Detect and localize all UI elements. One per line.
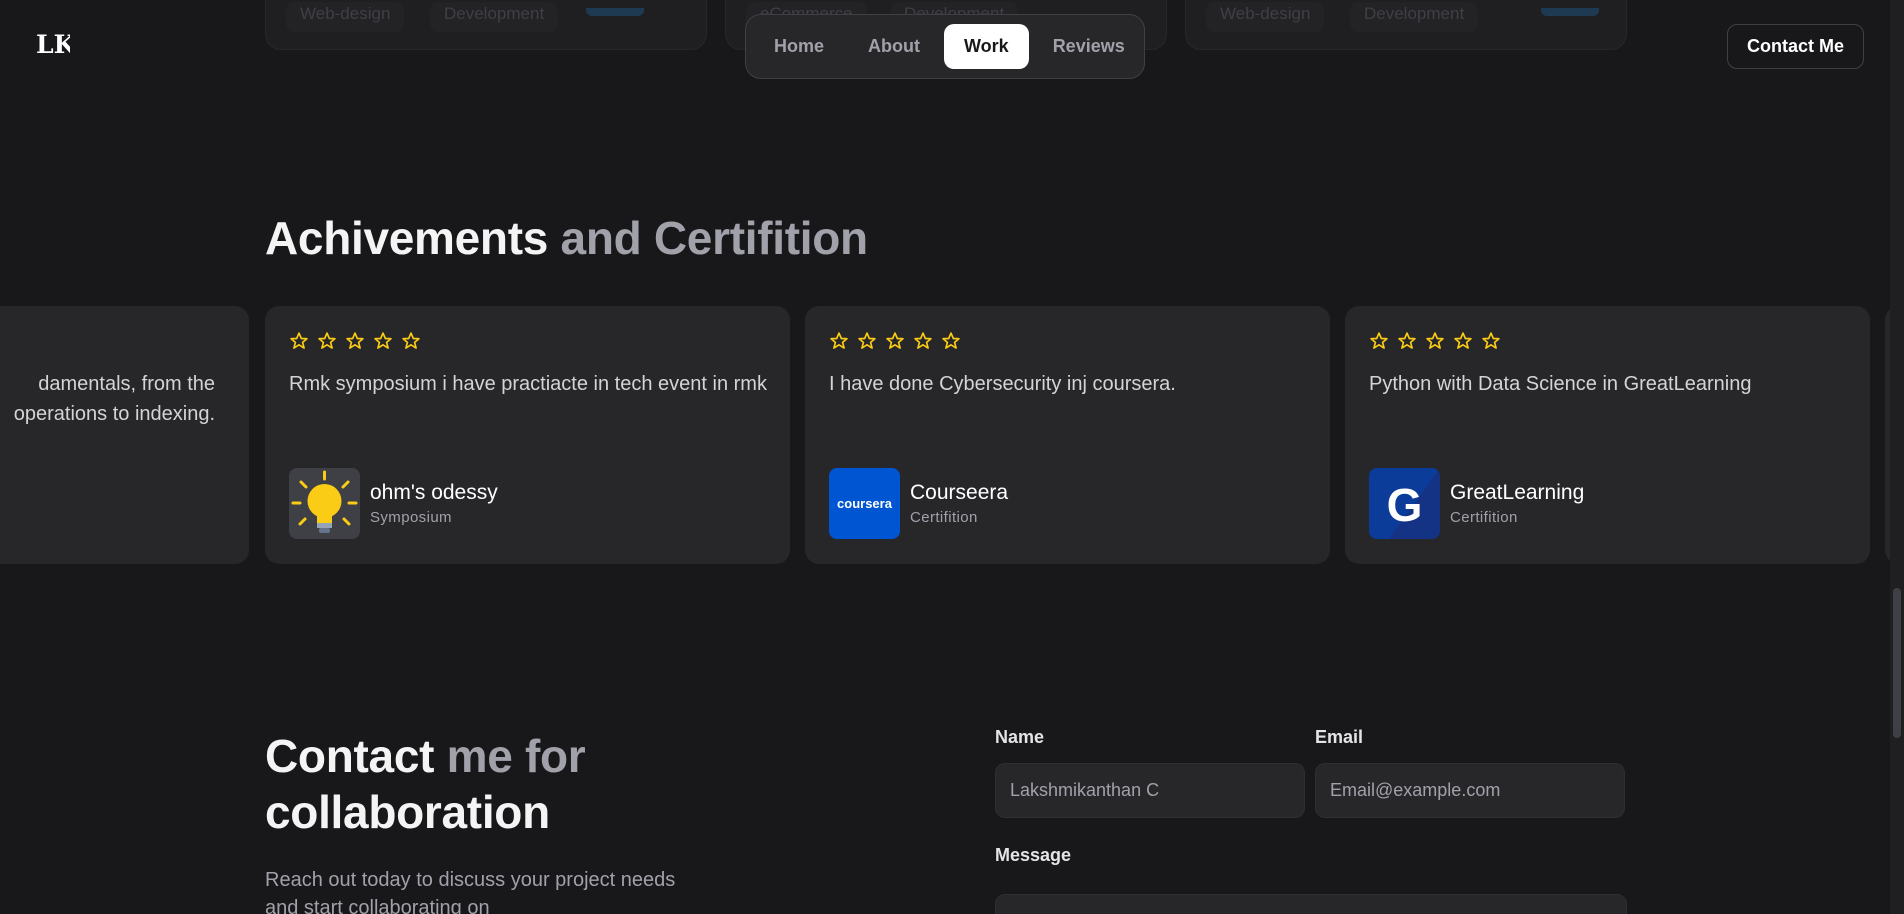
- scrollbar[interactable]: [1890, 0, 1904, 914]
- star-rating: [1369, 331, 1501, 351]
- contact-title: Contact me for collaboration: [265, 728, 785, 840]
- achievements-title-muted: and Certifition: [560, 212, 869, 264]
- nav-home[interactable]: Home: [754, 24, 844, 69]
- nav-about[interactable]: About: [848, 24, 940, 69]
- star-rating: [289, 331, 421, 351]
- tag-accent: [1541, 8, 1599, 16]
- tag: Web-design: [286, 2, 405, 32]
- tag-accent: [586, 8, 644, 16]
- achievement-card: I have done Cybersecurity inj coursera. …: [805, 306, 1330, 564]
- star-icon: [346, 332, 364, 349]
- star-icon: [1398, 332, 1416, 349]
- star-icon: [402, 332, 420, 349]
- star-icon: [914, 332, 932, 349]
- star-icon: [1370, 332, 1388, 349]
- achievements-title-strong: Achivements: [265, 212, 549, 264]
- organization-name: GreatLearning: [1450, 480, 1585, 504]
- star-icon: [290, 332, 308, 349]
- greatlearning-logo: G: [1369, 468, 1440, 539]
- star-icon: [374, 332, 392, 349]
- organization: G GreatLearning Certifition: [1369, 468, 1584, 539]
- svg-text:LK: LK: [36, 30, 70, 58]
- contact-subtitle: Reach out today to discuss your project …: [265, 869, 676, 914]
- scrollbar-thumb[interactable]: [1893, 588, 1901, 738]
- achievement-text: damentals, from the operations to indexi…: [0, 369, 215, 429]
- nav-work[interactable]: Work: [944, 24, 1029, 69]
- star-icon: [858, 332, 876, 349]
- tag: Web-design: [1206, 2, 1325, 32]
- message-field[interactable]: [995, 894, 1627, 914]
- nav-reviews[interactable]: Reviews: [1033, 24, 1145, 69]
- name-label: Name: [995, 727, 1045, 747]
- organization-type: Certifition: [1450, 508, 1518, 526]
- achievement-text: Rmk symposium i have practiacte in tech …: [289, 373, 767, 395]
- achievements-title: Achivements and Certifition: [265, 210, 868, 266]
- page: Web-design Development eCommerce Develop…: [0, 0, 1904, 914]
- email-label: Email: [1315, 727, 1364, 747]
- achievement-text: Python with Data Science in GreatLearnin…: [1369, 373, 1752, 395]
- contact-title-muted: me for: [446, 730, 586, 782]
- contact-me-button[interactable]: Contact Me: [1727, 24, 1864, 69]
- star-icon: [886, 332, 904, 349]
- achievement-card-partial: damentals, from the operations to indexi…: [0, 306, 249, 564]
- organization: coursera Courseera Certifition: [829, 468, 1008, 539]
- star-icon: [1454, 332, 1472, 349]
- text-line: operations to indexing.: [13, 403, 215, 425]
- organization: ohm's odessy Symposium: [289, 468, 498, 539]
- star-icon: [830, 332, 848, 349]
- tag: Development: [1350, 2, 1479, 32]
- contact-title-strong: Contact: [265, 730, 435, 782]
- achievement-text: I have done Cybersecurity inj coursera.: [829, 373, 1176, 395]
- organization-name: Courseera: [910, 480, 1009, 504]
- star-rating: [829, 331, 961, 351]
- organization-type: Certifition: [910, 508, 978, 526]
- project-card-left[interactable]: Web-design Development: [265, 0, 707, 50]
- star-icon: [1426, 332, 1444, 349]
- achievement-card: Python with Data Science in GreatLearnin…: [1345, 306, 1870, 564]
- name-field[interactable]: [995, 763, 1305, 818]
- star-icon: [318, 332, 336, 349]
- svg-text:coursera: coursera: [837, 496, 893, 511]
- lightbulb-icon: [289, 468, 360, 539]
- message-label: Message: [995, 845, 1072, 865]
- star-icon: [1482, 332, 1500, 349]
- contact-title-line2: collaboration: [265, 786, 550, 838]
- logo[interactable]: LK: [36, 30, 70, 58]
- text-line: damentals, from the: [38, 373, 215, 395]
- project-card-right[interactable]: Web-design Development: [1185, 0, 1627, 50]
- organization-type: Symposium: [370, 508, 452, 526]
- nav-bar: Home About Work Reviews: [745, 14, 1145, 79]
- svg-text:G: G: [1387, 479, 1423, 531]
- coursera-logo: coursera: [829, 468, 900, 539]
- achievement-card: Rmk symposium i have practiacte in tech …: [265, 306, 790, 564]
- email-field[interactable]: [1315, 763, 1625, 818]
- tag: Development: [430, 2, 559, 32]
- star-icon: [942, 332, 960, 349]
- organization-name: ohm's odessy: [370, 480, 498, 504]
